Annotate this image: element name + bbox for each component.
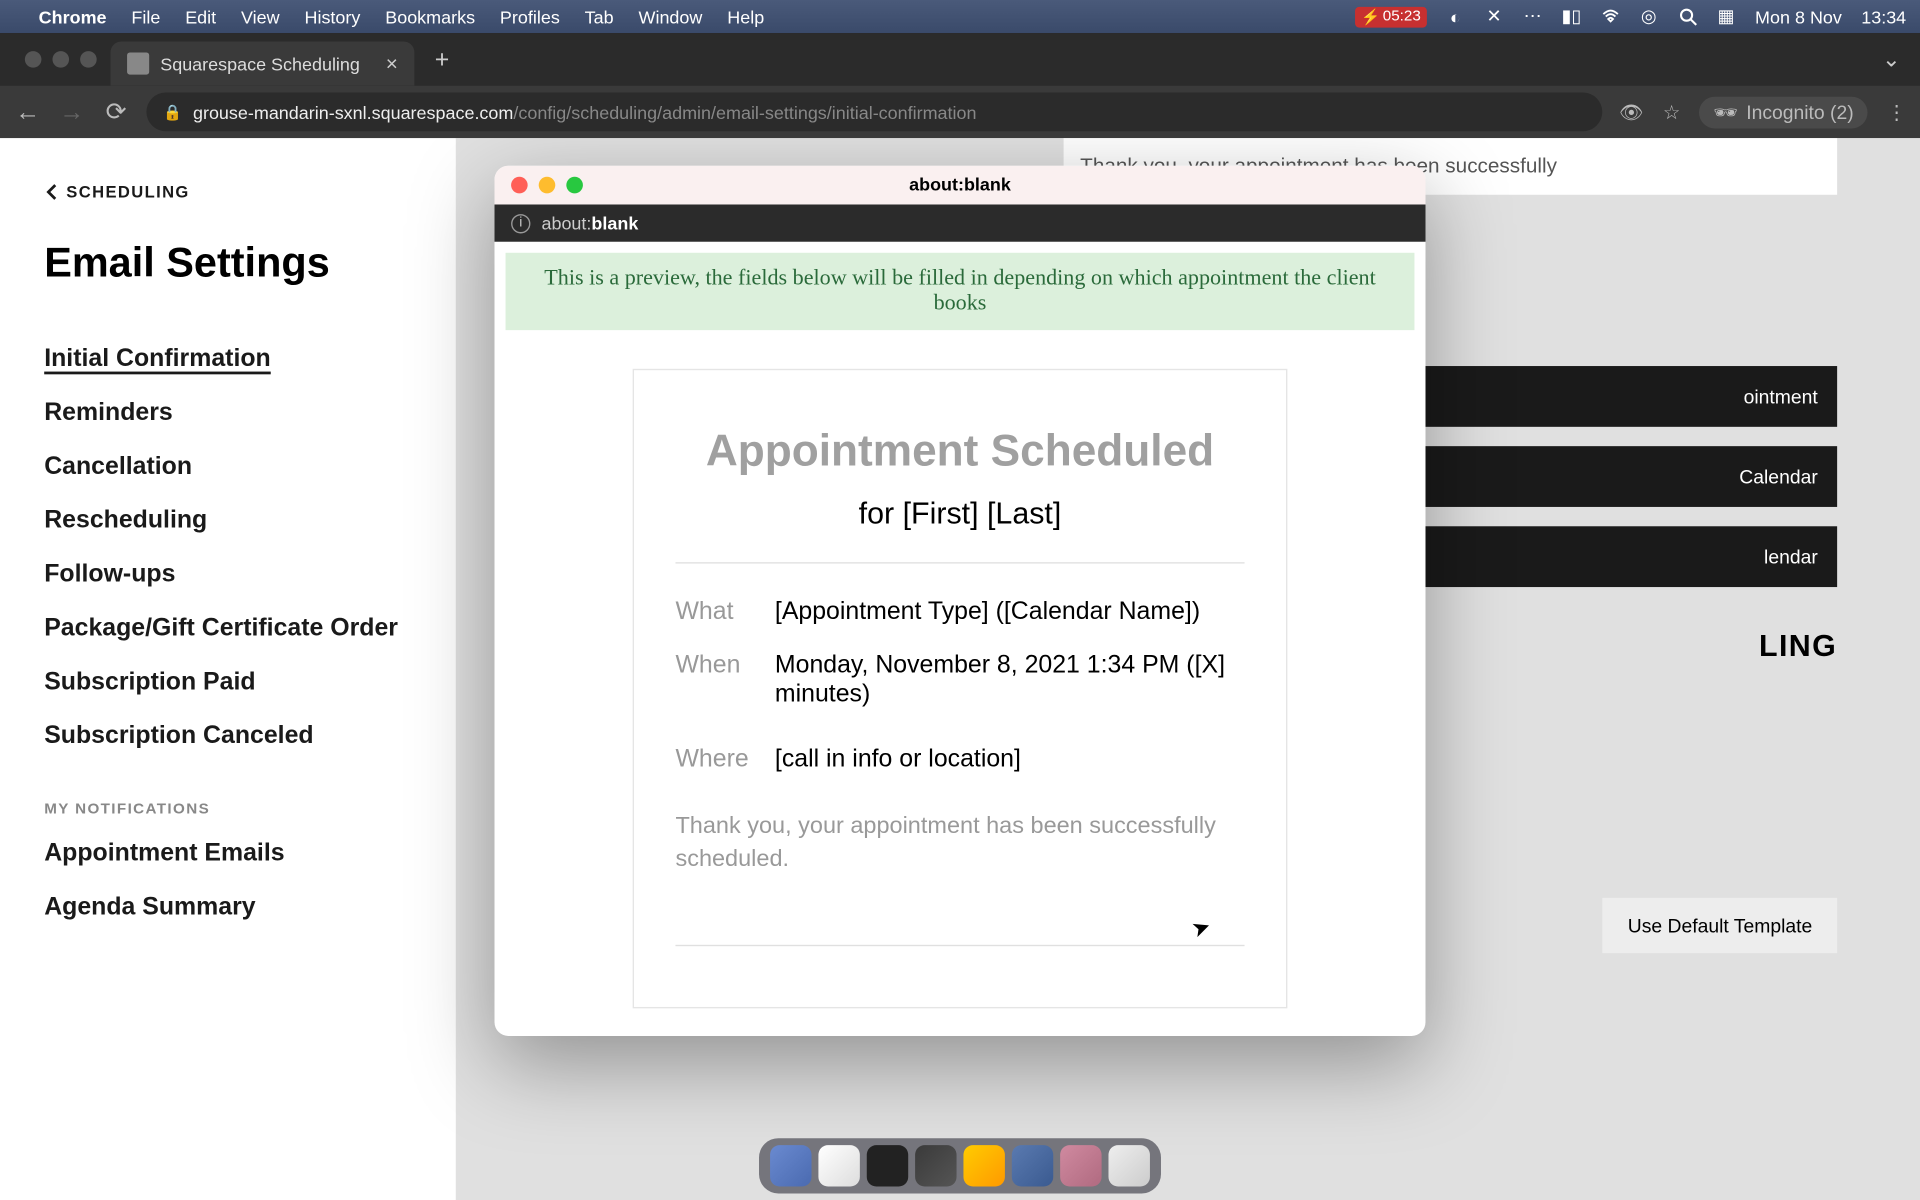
dock-app-icon-6[interactable] (1012, 1145, 1053, 1186)
menu-help[interactable]: Help (727, 6, 764, 27)
window-zoom-icon[interactable] (80, 51, 97, 68)
page-title: Email Settings (44, 240, 411, 287)
menubar-time[interactable]: 13:34 (1861, 6, 1906, 27)
dock-app-icon-4[interactable] (915, 1145, 956, 1186)
nav-subscription-paid[interactable]: Subscription Paid (44, 655, 411, 709)
settings-sidebar: SCHEDULING Email Settings Initial Confir… (0, 138, 456, 1200)
divider (675, 563, 1244, 564)
email-settings-nav: Initial Confirmation Reminders Cancellat… (44, 332, 411, 763)
menu-profiles[interactable]: Profiles (500, 6, 560, 27)
popup-url-bold: blank (591, 213, 638, 234)
forward-button: → (58, 98, 86, 126)
back-button[interactable]: ← (14, 98, 42, 126)
menu-window[interactable]: Window (639, 6, 703, 27)
window-close-icon[interactable] (25, 51, 42, 68)
nav-agenda-summary[interactable]: Agenda Summary (44, 880, 411, 934)
battery-icon[interactable]: ▮▯ (1562, 7, 1581, 26)
macos-dock[interactable] (759, 1138, 1161, 1193)
status-icon-1[interactable]: ◐ (1446, 7, 1465, 26)
dock-trash-icon[interactable] (1108, 1145, 1149, 1186)
reload-button[interactable]: ⟳ (102, 98, 130, 126)
nav-appointment-emails[interactable]: Appointment Emails (44, 826, 411, 880)
email-preview-card: Appointment Scheduled for [First] [Last]… (633, 369, 1288, 1008)
browser-tab[interactable]: Squarespace Scheduling × (111, 41, 415, 85)
window-minimize-icon[interactable] (52, 51, 69, 68)
dock-chrome-icon[interactable] (818, 1145, 859, 1186)
menu-file[interactable]: File (131, 6, 160, 27)
spotlight-icon[interactable] (1678, 7, 1697, 26)
dock-app-icon-5[interactable] (963, 1145, 1004, 1186)
use-default-template-button[interactable]: Use Default Template (1603, 898, 1837, 953)
where-label: Where (675, 745, 755, 774)
menu-tab[interactable]: Tab (585, 6, 614, 27)
nav-rescheduling[interactable]: Rescheduling (44, 493, 411, 547)
tabs-dropdown-icon[interactable]: ⌄ (1863, 46, 1920, 74)
what-value: [Appointment Type] ([Calendar Name]) (775, 597, 1200, 626)
when-value: Monday, November 8, 2021 1:34 PM ([X] mi… (775, 651, 1245, 709)
incognito-indicator[interactable]: 🕶 Incognito (2) (1700, 96, 1868, 128)
new-tab-button[interactable]: + (423, 40, 462, 79)
popup-window-title: about:blank (495, 175, 1426, 196)
what-label: What (675, 597, 755, 626)
tab-title: Squarespace Scheduling (160, 53, 360, 74)
info-icon[interactable]: i (511, 213, 530, 232)
preview-notice-banner: This is a preview, the fields below will… (506, 253, 1415, 330)
nav-reminders[interactable]: Reminders (44, 385, 411, 439)
chevron-left-icon (44, 182, 58, 201)
window-controls[interactable] (11, 51, 110, 68)
dock-terminal-icon[interactable] (867, 1145, 908, 1186)
back-link-label: SCHEDULING (66, 182, 189, 201)
tab-close-icon[interactable]: × (386, 52, 398, 75)
menu-view[interactable]: View (241, 6, 280, 27)
nav-initial-confirmation[interactable]: Initial Confirmation (44, 332, 411, 386)
tab-favicon-icon (127, 52, 149, 74)
status-icon-2[interactable]: ✕ (1484, 7, 1503, 26)
menu-history[interactable]: History (304, 6, 360, 27)
menubar-extra-icon[interactable]: ▦ (1716, 7, 1735, 26)
macos-menubar[interactable]: Chrome File Edit View History Bookmarks … (0, 0, 1920, 33)
bookmark-star-icon[interactable]: ☆ (1663, 100, 1680, 123)
notifications-nav: Appointment Emails Agenda Summary (44, 826, 411, 934)
nav-package-gift[interactable]: Package/Gift Certificate Order (44, 601, 411, 655)
preview-popup-window: about:blank i about:blank This is a prev… (495, 166, 1426, 1036)
chrome-menu-icon[interactable]: ⋮ (1887, 100, 1906, 123)
dock-finder-icon[interactable] (770, 1145, 811, 1186)
thank-you-text: Thank you, your appointment has been suc… (675, 810, 1244, 876)
nav-cancellation[interactable]: Cancellation (44, 439, 411, 493)
eye-off-icon[interactable]: 👁 (1619, 100, 1644, 123)
url-host: grouse-mandarin-sxnl.squarespace.com (193, 102, 513, 123)
email-for-line: for [First] [Last] (675, 496, 1244, 532)
incognito-icon: 🕶 (1713, 100, 1738, 123)
menubar-date[interactable]: Mon 8 Nov (1755, 6, 1842, 27)
control-center-icon[interactable]: ◎ (1639, 7, 1658, 26)
incognito-label: Incognito (2) (1746, 101, 1854, 123)
chrome-tab-strip: Squarespace Scheduling × + ⌄ (0, 33, 1920, 85)
chrome-toolbar: ← → ⟳ 🔒 grouse-mandarin-sxnl.squarespace… (0, 86, 1920, 138)
wifi-icon[interactable] (1600, 7, 1619, 26)
menu-edit[interactable]: Edit (185, 6, 216, 27)
address-bar[interactable]: 🔒 grouse-mandarin-sxnl.squarespace.com/c… (146, 93, 1602, 132)
dock-app-icon-7[interactable] (1060, 1145, 1101, 1186)
battery-indicator[interactable]: ⚡05:23 (1356, 6, 1427, 27)
app-menu[interactable]: Chrome (39, 6, 107, 27)
nav-subscription-canceled[interactable]: Subscription Canceled (44, 709, 411, 763)
status-icon-3[interactable]: ⋯ (1523, 7, 1542, 26)
popup-titlebar[interactable]: about:blank (495, 166, 1426, 204)
url-path: /config/scheduling/admin/email-settings/… (513, 102, 976, 123)
where-value: [call in info or location] (775, 745, 1021, 774)
nav-follow-ups[interactable]: Follow-ups (44, 547, 411, 601)
back-to-scheduling-link[interactable]: SCHEDULING (44, 182, 411, 201)
menu-bookmarks[interactable]: Bookmarks (385, 6, 475, 27)
email-heading: Appointment Scheduled (675, 426, 1244, 477)
my-notifications-label: MY NOTIFICATIONS (44, 801, 411, 818)
when-label: When (675, 651, 755, 709)
popup-url-prefix: about: (541, 213, 591, 234)
popup-address-bar[interactable]: i about:blank (495, 204, 1426, 242)
divider-bottom (675, 945, 1244, 946)
lock-icon[interactable]: 🔒 (163, 103, 182, 121)
